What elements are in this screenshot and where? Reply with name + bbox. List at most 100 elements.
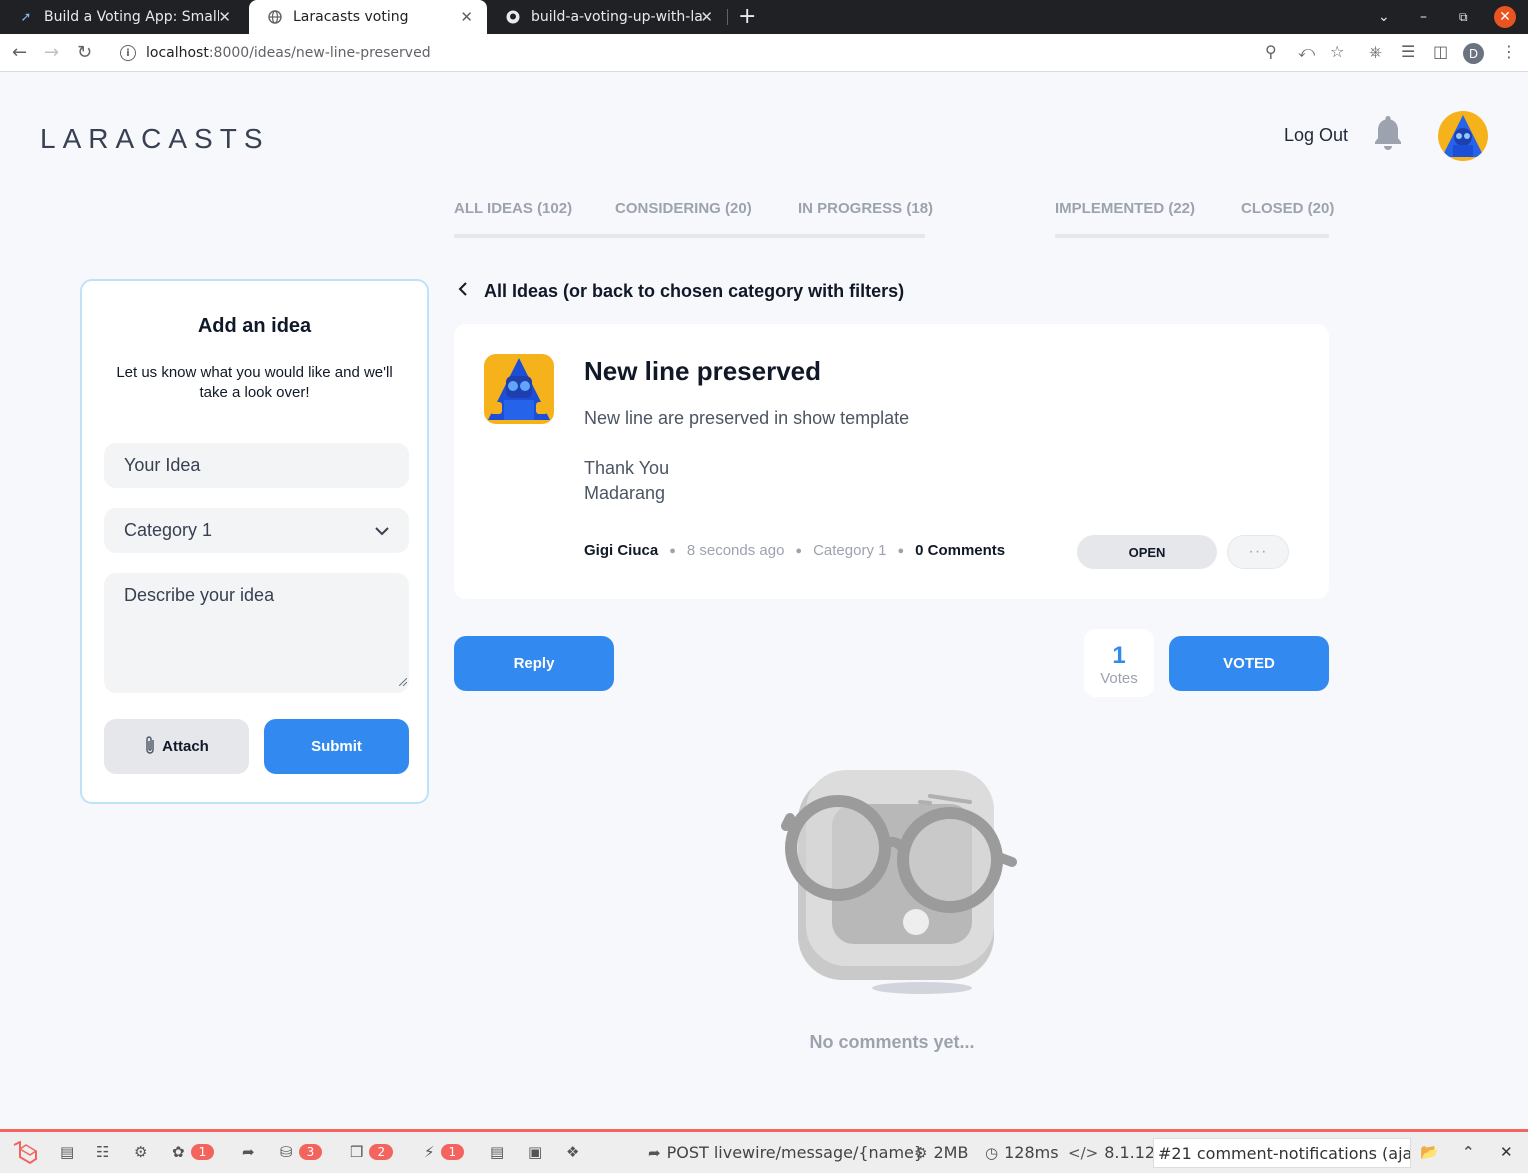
site-info-icon[interactable]: i xyxy=(120,45,136,61)
user-avatar[interactable] xyxy=(1438,111,1488,161)
idea-title-placeholder: Your Idea xyxy=(124,455,201,475)
vote-label: Votes xyxy=(1100,670,1138,687)
debug-bar: ▤ ☷ ⚙ ✿ 1 ➦ ⛁ 3 ❒ 2 ⚡ 1 ▤ ▣ ❖ ➦ POST liv… xyxy=(0,1129,1528,1173)
models-count-badge: 2 xyxy=(369,1144,394,1160)
exceptions-bug-icon[interactable]: ⚙ xyxy=(134,1143,147,1161)
close-tab-icon[interactable]: ✕ xyxy=(700,8,713,26)
notification-bell-icon[interactable] xyxy=(1372,114,1404,152)
side-panel-icon[interactable]: ◫ xyxy=(1433,42,1448,61)
zoom-icon[interactable]: ⚲ xyxy=(1265,42,1277,61)
close-debugbar-icon[interactable]: ✕ xyxy=(1500,1143,1513,1161)
paperclip-icon xyxy=(144,735,156,759)
route-arrow-icon: ➦ xyxy=(648,1143,661,1162)
profile-avatar[interactable]: D xyxy=(1463,43,1484,64)
request-archive-icon[interactable]: ▣ xyxy=(528,1143,542,1161)
meta-separator: ● xyxy=(897,544,905,557)
extensions-icon[interactable]: ⎈ xyxy=(1369,42,1382,62)
tab-search-icon[interactable]: ⌄ xyxy=(1378,0,1390,34)
chevron-down-icon xyxy=(375,520,389,541)
filter-implemented[interactable]: IMPLEMENTED (22) xyxy=(1055,200,1195,217)
globe-icon xyxy=(267,9,283,25)
laracasts-favicon-icon: ➚ xyxy=(20,9,32,25)
new-tab-icon[interactable]: + xyxy=(738,4,756,29)
request-duration: ◷ 128ms xyxy=(985,1143,1059,1162)
messages-tab-icon[interactable]: ▤ xyxy=(60,1143,74,1161)
tab-title: Build a Voting App: Small xyxy=(44,9,219,25)
back-arrow-icon[interactable]: ← xyxy=(12,42,27,63)
tab-title: Laracasts voting xyxy=(293,9,409,25)
browser-tab-active[interactable]: Laracasts voting ✕ xyxy=(249,0,487,34)
url-path: :8000/ideas/new-line-preserved xyxy=(208,45,431,61)
no-comments-illustration xyxy=(780,766,1020,1006)
add-idea-title: Add an idea xyxy=(197,315,312,337)
restore-icon[interactable]: ⧉ xyxy=(1459,0,1468,34)
filter-all-ideas[interactable]: ALL IDEAS (102) xyxy=(454,200,572,217)
cogs-icon: ⚙ xyxy=(914,1143,928,1162)
request-route: ➦ POST livewire/message/{name} xyxy=(648,1143,924,1162)
reply-button[interactable]: Reply xyxy=(454,636,614,691)
idea-description: New line are preserved in show template … xyxy=(584,408,910,503)
filter-closed[interactable]: CLOSED (20) xyxy=(1241,200,1334,217)
resize-handle-icon[interactable] xyxy=(398,670,408,691)
meta-separator: ● xyxy=(669,544,676,557)
memory-usage: ⚙ 2MB xyxy=(914,1143,968,1162)
memory-label: 2MB xyxy=(933,1143,969,1162)
close-tab-icon[interactable]: ✕ xyxy=(218,8,231,26)
close-tab-icon[interactable]: ✕ xyxy=(460,8,473,26)
views-leaf-icon[interactable]: ✿ 1 xyxy=(172,1143,215,1161)
open-folder-icon[interactable]: 📂 xyxy=(1420,1143,1439,1161)
attach-button[interactable]: Attach xyxy=(104,719,249,774)
duration-label: 128ms xyxy=(1004,1143,1059,1162)
more-options-button[interactable]: ··· xyxy=(1227,535,1289,569)
route-share-icon[interactable]: ➦ xyxy=(242,1143,255,1161)
share-icon[interactable]: ⤺ xyxy=(1298,42,1315,62)
timeline-tab-icon[interactable]: ☷ xyxy=(96,1143,109,1161)
status-badge: OPEN xyxy=(1077,535,1217,569)
idea-title-input[interactable]: Your Idea xyxy=(104,443,409,488)
browser-tab[interactable]: ➚ Build a Voting App: Small ✕ xyxy=(0,0,245,34)
filter-underline xyxy=(454,234,925,238)
clock-icon: ◷ xyxy=(985,1143,999,1162)
models-cubes-icon[interactable]: ❒ 2 xyxy=(350,1143,394,1161)
address-bar[interactable]: i localhost :8000/ideas/new-line-preserv… xyxy=(108,38,1362,68)
add-idea-subtitle: Let us know what you would like and we'l… xyxy=(116,364,393,401)
livewire-bolt-icon[interactable]: ⚡ 1 xyxy=(424,1143,465,1161)
logout-link[interactable]: Log Out xyxy=(1284,125,1348,146)
views-count-badge: 1 xyxy=(190,1144,215,1160)
request-route-label: POST livewire/message/{name} xyxy=(666,1143,925,1162)
session-tab-icon[interactable]: ▤ xyxy=(490,1143,504,1161)
vote-count-box: 1 Votes xyxy=(1084,629,1154,697)
add-idea-card: Add an idea Let us know what you would l… xyxy=(80,279,429,804)
livewire-count-badge: 1 xyxy=(440,1144,465,1160)
meta-separator: ● xyxy=(795,544,803,557)
submit-button[interactable]: Submit xyxy=(264,719,409,774)
bookmark-star-icon[interactable]: ☆ xyxy=(1330,42,1344,61)
queries-database-icon[interactable]: ⛁ 3 xyxy=(280,1143,323,1161)
php-version: </> 8.1.12 xyxy=(1068,1143,1155,1162)
forward-arrow-icon[interactable]: → xyxy=(44,42,59,63)
voted-button[interactable]: VOTED xyxy=(1169,636,1329,691)
category-select[interactable]: Category 1 xyxy=(104,508,409,553)
browser-menu-icon[interactable]: ⋮ xyxy=(1501,42,1517,61)
filter-underline xyxy=(1055,234,1329,238)
maximize-chevron-up-icon[interactable]: ⌃ xyxy=(1462,1143,1475,1161)
browser-tab[interactable]: build-a-voting-up-with-lar ✕ xyxy=(487,0,727,34)
author-avatar[interactable] xyxy=(484,354,554,424)
window-close-icon[interactable]: ✕ xyxy=(1494,6,1516,28)
reload-icon[interactable]: ↻ xyxy=(77,42,92,63)
url-host: localhost xyxy=(146,45,209,61)
filter-in-progress[interactable]: IN PROGRESS (18) xyxy=(798,200,933,217)
idea-detail-card: New line preserved New line are preserve… xyxy=(454,324,1329,599)
tags-icon[interactable]: ❖ xyxy=(566,1143,579,1161)
browser-toolbar: ← → ↻ i localhost :8000/ideas/new-line-p… xyxy=(0,34,1528,72)
dataset-select[interactable]: #21 comment-notifications (ajax) (1 xyxy=(1153,1138,1411,1168)
laravel-logo-icon[interactable] xyxy=(12,1141,38,1165)
filter-considering[interactable]: CONSIDERING (20) xyxy=(615,200,752,217)
media-controls-icon[interactable]: ☰ xyxy=(1401,42,1415,61)
back-link[interactable]: All Ideas (or back to chosen category wi… xyxy=(458,281,904,302)
tab-separator xyxy=(727,9,728,25)
category-value: Category 1 xyxy=(124,520,213,540)
idea-description-textarea[interactable]: Describe your idea xyxy=(104,573,409,693)
minimize-icon[interactable]: – xyxy=(1420,0,1427,34)
laracasts-logo[interactable]: LARACASTS xyxy=(40,123,270,155)
